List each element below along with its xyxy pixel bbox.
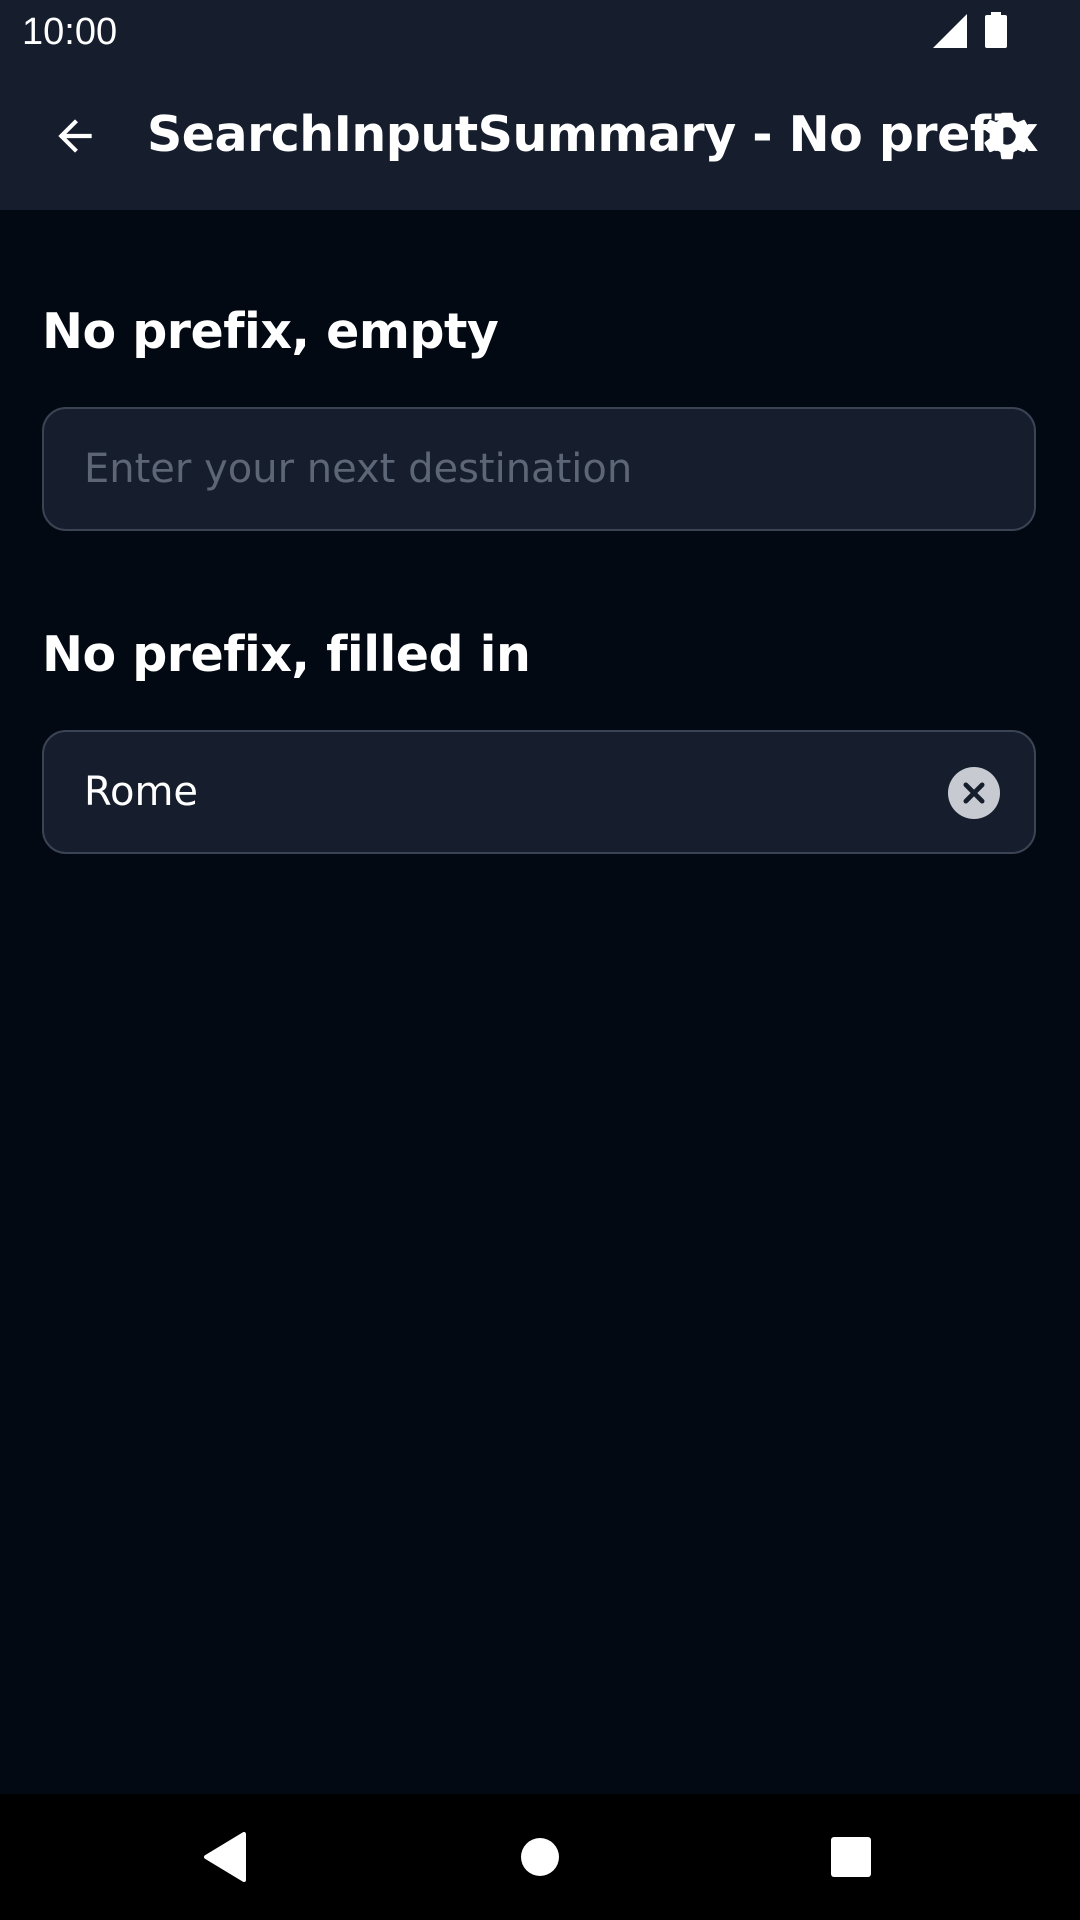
gear-icon <box>984 112 1030 160</box>
settings-button[interactable] <box>960 89 1054 183</box>
nav-back-button[interactable] <box>185 1817 265 1897</box>
arrow-back-icon <box>58 119 92 153</box>
search-input-filled[interactable] <box>84 732 944 852</box>
search-field-empty[interactable] <box>42 407 1036 531</box>
battery-icon <box>985 12 1007 48</box>
status-time: 10:00 <box>22 11 118 53</box>
close-icon <box>963 782 985 804</box>
search-field-filled[interactable] <box>42 730 1036 854</box>
status-bar: 10:00 <box>0 0 1080 63</box>
clear-button[interactable] <box>948 767 1000 819</box>
back-button[interactable] <box>30 91 120 181</box>
system-nav-bar <box>0 1794 1080 1920</box>
nav-home-button[interactable] <box>500 1817 580 1897</box>
screen: 10:00 SearchInputSummary - No prefix No … <box>0 0 1080 1920</box>
nav-recents-icon <box>831 1837 871 1877</box>
nav-back-icon <box>204 1832 246 1882</box>
page-title: SearchInputSummary - No prefix <box>147 106 1039 163</box>
search-input-empty[interactable] <box>84 409 944 529</box>
section-title-filled: No prefix, filled in <box>42 626 531 683</box>
app-bar: SearchInputSummary - No prefix <box>0 63 1080 210</box>
section-title-empty: No prefix, empty <box>42 303 499 360</box>
nav-recents-button[interactable] <box>811 1817 891 1897</box>
signal-icon <box>933 14 967 48</box>
nav-home-icon <box>521 1838 559 1876</box>
